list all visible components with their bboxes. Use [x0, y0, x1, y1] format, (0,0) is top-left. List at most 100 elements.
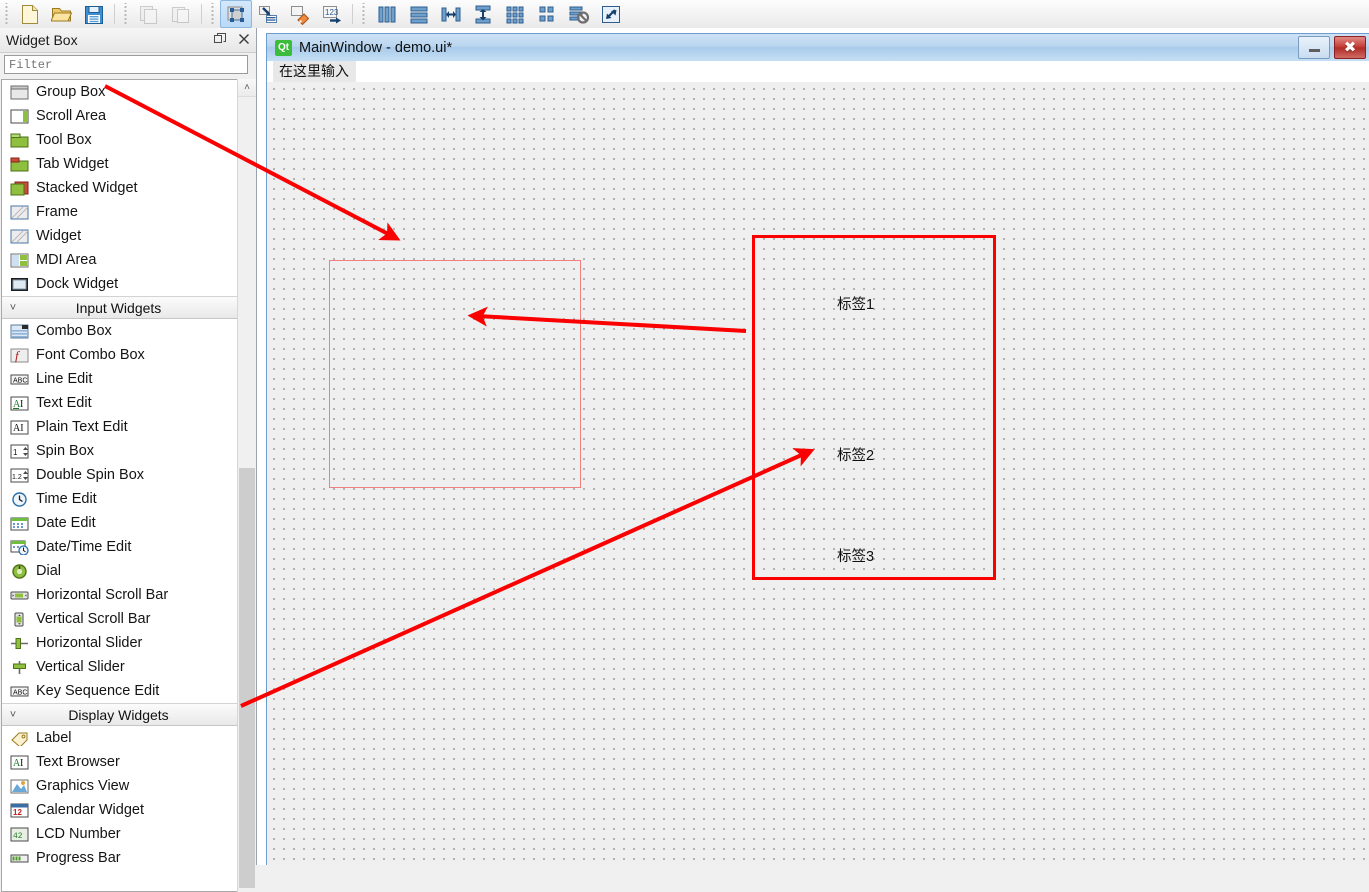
widget-item[interactable]: 42 LCD Number — [2, 822, 237, 846]
tab-order-icon: 123 — [323, 5, 341, 23]
widget-item-label: Horizontal Slider — [36, 635, 143, 651]
break-layout-button[interactable] — [563, 0, 595, 28]
svg-text:42: 42 — [13, 832, 23, 841]
widget-item-label: Graphics View — [36, 778, 130, 794]
splitter-vertical-icon — [475, 5, 491, 23]
widget-item[interactable]: Horizontal Scroll Bar — [2, 583, 237, 607]
adjust-size-button[interactable] — [595, 0, 627, 28]
layout-splitter-horizontal-button[interactable] — [435, 0, 467, 28]
edit-widgets-button[interactable] — [220, 0, 252, 28]
widget-group-header-input-widgets[interactable]: ˅ Input Widgets — [2, 296, 237, 319]
widget-item[interactable]: 12 Calendar Widget — [2, 798, 237, 822]
widget-item[interactable]: Label — [2, 726, 237, 750]
layout-grid-icon — [506, 6, 524, 23]
widget-item[interactable]: Tool Box — [2, 128, 237, 152]
toolbar-grip[interactable] — [360, 3, 369, 25]
layout-form-button[interactable] — [531, 0, 563, 28]
form-label[interactable]: 标签2 — [837, 444, 874, 465]
form-window-title-bar[interactable]: Qt MainWindow - demo.ui* ✖ — [267, 34, 1369, 61]
form-canvas[interactable]: 标签1 标签2 标签3 — [267, 82, 1369, 865]
widget-item[interactable]: 1 Spin Box — [2, 439, 237, 463]
widget-item[interactable]: Group Box — [2, 80, 237, 104]
widget-list-scrollbar[interactable]: ˄ — [237, 79, 256, 892]
widget-item[interactable]: Date/Time Edit — [2, 535, 237, 559]
close-icon[interactable] — [236, 30, 252, 48]
svg-text:1: 1 — [13, 448, 18, 457]
widget-item[interactable]: Dock Widget — [2, 272, 237, 296]
widget-item[interactable]: A I Text Edit — [2, 391, 237, 415]
svg-text:I: I — [20, 399, 23, 410]
form-label[interactable]: 标签1 — [837, 293, 874, 314]
widget-item-label: Calendar Widget — [36, 802, 144, 818]
text-browser-icon: AI — [8, 753, 30, 771]
widget-item[interactable]: f Font Combo Box — [2, 343, 237, 367]
layout-grid-button[interactable] — [499, 0, 531, 28]
widget-item[interactable]: Date Edit — [2, 511, 237, 535]
widget-item[interactable]: ABC Key Sequence Edit — [2, 679, 237, 703]
widget-item[interactable]: Dial — [2, 559, 237, 583]
widget-item-label: Combo Box — [36, 323, 112, 339]
layout-form-icon — [539, 6, 554, 21]
double-spin-box-icon: 1.2 — [8, 466, 30, 484]
widget-item-label: Dial — [36, 563, 61, 579]
filter-input-wrapper[interactable] — [4, 55, 248, 74]
widget-item[interactable]: Combo Box — [2, 319, 237, 343]
toolbar-grip[interactable] — [122, 3, 131, 25]
key-sequence-edit-icon: ABC — [8, 682, 30, 700]
new-form-button[interactable] — [14, 0, 46, 28]
widget-item-label: Widget — [36, 228, 82, 244]
widget-item[interactable]: Graphics View — [2, 774, 237, 798]
widget-item[interactable]: Progress Bar — [2, 846, 237, 870]
widget-item[interactable]: Horizontal Slider — [2, 631, 237, 655]
widget-item[interactable]: Widget — [2, 224, 237, 248]
layout-splitter-vertical-button[interactable] — [467, 0, 499, 28]
widget-item[interactable]: AI Plain Text Edit — [2, 415, 237, 439]
toolbar-separator — [352, 4, 353, 24]
minimize-button[interactable] — [1298, 36, 1330, 59]
group-box-icon — [8, 83, 30, 101]
widget-group-label: Input Widgets — [75, 299, 162, 316]
edit-buddies-button[interactable] — [284, 0, 316, 28]
widget-item[interactable]: A I Text Browser — [2, 750, 237, 774]
edit-tab-order-button[interactable]: 123 — [316, 0, 348, 28]
label-group-rect[interactable]: 标签1 标签2 标签3 — [752, 235, 996, 580]
time-edit-icon — [8, 490, 30, 508]
widget-item-label: Time Edit — [36, 491, 97, 507]
layout-horizontally-button[interactable] — [371, 0, 403, 28]
chevron-down-icon: ˅ — [9, 708, 17, 721]
form-menu-bar[interactable]: 在这里输入 — [267, 60, 1369, 83]
widget-item[interactable]: Vertical Slider — [2, 655, 237, 679]
edit-signals-slots-button[interactable] — [252, 0, 284, 28]
toolbar-grip[interactable] — [3, 3, 12, 25]
widget-list[interactable]: Group Box Scroll Area Tool Box Tab Widget St… — [1, 79, 237, 892]
widget-item[interactable]: Frame — [2, 200, 237, 224]
widget-group-header-display-widgets[interactable]: ˅ Display Widgets — [2, 703, 237, 726]
widget-item-label: Line Edit — [36, 371, 93, 387]
widget-item[interactable]: Tab Widget — [2, 152, 237, 176]
widget-item[interactable]: Time Edit — [2, 487, 237, 511]
scroll-up-icon[interactable]: ˄ — [238, 79, 256, 97]
widget-item[interactable]: MDI Area — [2, 248, 237, 272]
toolbar-grip[interactable] — [209, 3, 218, 25]
widget-item[interactable]: Vertical Scroll Bar — [2, 607, 237, 631]
filter-input[interactable] — [5, 56, 247, 74]
cut-button[interactable] — [133, 0, 165, 28]
widget-item[interactable]: Stacked Widget — [2, 176, 237, 200]
float-icon[interactable] — [212, 30, 228, 48]
paste-button[interactable] — [165, 0, 197, 28]
combo-box-icon — [8, 322, 30, 340]
progress-bar-icon — [8, 849, 30, 867]
close-button[interactable]: ✖ — [1334, 36, 1366, 59]
frame-icon — [8, 203, 30, 221]
layout-vertically-button[interactable] — [403, 0, 435, 28]
widget-item[interactable]: ABC Line Edit — [2, 367, 237, 391]
widget-item[interactable]: Scroll Area — [2, 104, 237, 128]
open-form-button[interactable] — [46, 0, 78, 28]
widget-item[interactable]: 1.2 Double Spin Box — [2, 463, 237, 487]
text-edit-icon: AI — [8, 394, 30, 412]
scrollbar-thumb[interactable] — [239, 468, 255, 888]
menu-placeholder[interactable]: 在这里输入 — [273, 60, 356, 83]
form-label[interactable]: 标签3 — [837, 545, 874, 566]
empty-layout-rect[interactable] — [329, 260, 581, 488]
save-form-button[interactable] — [78, 0, 110, 28]
